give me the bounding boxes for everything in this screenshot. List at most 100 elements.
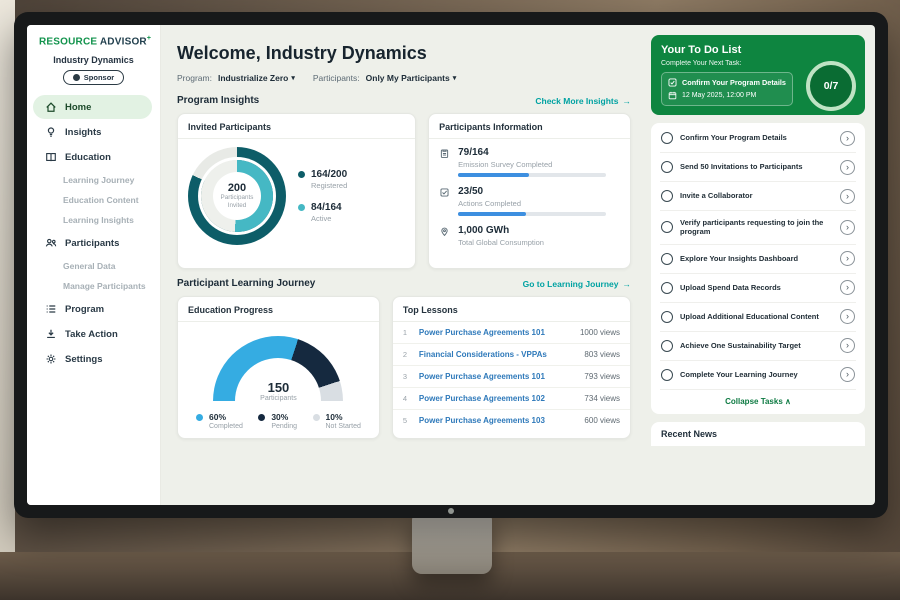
chevron-right-icon[interactable]: ›	[840, 338, 855, 353]
todo-item[interactable]: Send 50 Invitations to Participants ›	[660, 153, 856, 182]
todo-next-task: Confirm Your Program Details	[682, 78, 786, 87]
todo-next-task-box[interactable]: Confirm Your Program Details 12 May 2025…	[661, 72, 793, 106]
lesson-row: 5 Power Purchase Agreements 103 600 view…	[393, 410, 630, 431]
sidebar-item-education[interactable]: Education	[33, 145, 152, 169]
chevron-right-icon[interactable]: ›	[840, 367, 855, 382]
invited-participants-card: Invited Participants 200 Participants In…	[177, 113, 416, 269]
lesson-row: 1 Power Purchase Agreements 101 1000 vie…	[393, 322, 630, 344]
todo-checkbox[interactable]	[661, 340, 673, 352]
todo-item[interactable]: Explore Your Insights Dashboard ›	[660, 245, 856, 274]
lesson-link[interactable]: Power Purchase Agreements 102	[419, 394, 577, 403]
lesson-views: 803 views	[584, 350, 620, 359]
check-more-insights-link[interactable]: Check More Insights →	[535, 96, 631, 106]
todo-item[interactable]: Confirm Your Program Details ›	[660, 124, 856, 153]
legend-value: 84/164	[311, 202, 342, 213]
todo-item[interactable]: Complete Your Learning Journey ›	[660, 361, 856, 390]
todo-item-label: Invite a Collaborator	[680, 191, 833, 201]
todo-checkbox[interactable]	[661, 161, 673, 173]
todo-item[interactable]: Upload Spend Data Records ›	[660, 274, 856, 303]
lesson-rank: 5	[403, 416, 411, 425]
sidebar-item-home[interactable]: Home	[33, 95, 152, 119]
sidebar-item-education-content[interactable]: Education Content	[27, 190, 160, 210]
stat-label: Actions Completed	[458, 199, 606, 208]
todo-item-label: Send 50 Invitations to Participants	[680, 162, 833, 172]
sidebar-item-label: Insights	[65, 127, 101, 138]
location-pin-icon	[439, 226, 450, 237]
legend-item-registered: 164/200 Registered	[298, 169, 347, 190]
todo-checkbox[interactable]	[661, 221, 673, 233]
chevron-up-icon: ∧	[785, 397, 791, 406]
invited-donut-chart: 200 Participants Invited	[188, 147, 286, 245]
legend-label: Registered	[311, 181, 347, 190]
brand-logo: RESOURCE ADVISOR+	[27, 35, 160, 52]
chevron-right-icon[interactable]: ›	[840, 251, 855, 266]
sidebar-item-take-action[interactable]: Take Action	[33, 322, 152, 346]
sidebar-item-settings[interactable]: Settings	[33, 347, 152, 371]
sidebar-item-learning-insights[interactable]: Learning Insights	[27, 210, 160, 230]
stat-value: 1,000 GWh	[458, 225, 544, 236]
todo-progress-ring: 0/7	[806, 61, 856, 111]
go-to-learning-journey-link[interactable]: Go to Learning Journey →	[523, 279, 631, 289]
sidebar-item-insights[interactable]: Insights	[33, 120, 152, 144]
sidebar-item-learning-journey[interactable]: Learning Journey	[27, 170, 160, 190]
todo-checkbox[interactable]	[661, 190, 673, 202]
chevron-right-icon[interactable]: ›	[840, 131, 855, 146]
todo-item[interactable]: Upload Additional Educational Content ›	[660, 303, 856, 332]
bulb-icon	[45, 126, 57, 138]
education-progress-card: Education Progress 150 Participants	[177, 296, 380, 439]
chevron-down-icon: ▾	[453, 74, 457, 82]
brand-name-primary: RESOURCE	[39, 36, 97, 47]
room-background: RESOURCE ADVISOR+ Industry Dynamics Spon…	[0, 0, 900, 600]
lesson-link[interactable]: Financial Considerations - VPPAs	[419, 350, 577, 359]
collapse-tasks-link[interactable]: Collapse Tasks ∧	[660, 390, 856, 413]
card-title: Education Progress	[178, 297, 379, 322]
arrow-right-icon: →	[623, 279, 632, 289]
donut-legend: 164/200 Registered 84/164 Active	[298, 169, 347, 223]
todo-checkbox[interactable]	[661, 282, 673, 294]
legend-dot	[298, 204, 305, 211]
chevron-right-icon[interactable]: ›	[840, 160, 855, 175]
sidebar-item-participants[interactable]: Participants	[33, 231, 152, 255]
sidebar-subitem-label: Learning Journey	[63, 175, 134, 185]
donut-center-label: Participants Invited	[216, 194, 258, 209]
filter-bar: Program: Industrialize Zero ▾ Participan…	[177, 73, 631, 83]
gauge-center: 150 Participants	[213, 380, 343, 402]
sponsor-badge[interactable]: Sponsor	[63, 70, 124, 85]
sidebar-item-program[interactable]: Program	[33, 297, 152, 321]
participants-icon	[45, 237, 57, 249]
legend-label: Active	[311, 214, 342, 223]
list-icon	[45, 303, 57, 315]
todo-item[interactable]: Achieve One Sustainability Target ›	[660, 332, 856, 361]
stat-emission-survey: 79/164 Emission Survey Completed	[439, 147, 620, 177]
lesson-link[interactable]: Power Purchase Agreements 103	[419, 416, 577, 425]
lesson-views: 600 views	[584, 416, 620, 425]
learning-card-row: Education Progress 150 Participants	[177, 296, 631, 439]
stat-value: 79/164	[458, 147, 606, 158]
sidebar-item-manage-participants[interactable]: Manage Participants	[27, 276, 160, 296]
chevron-right-icon[interactable]: ›	[840, 220, 855, 235]
lesson-link[interactable]: Power Purchase Agreements 101	[419, 372, 577, 381]
progress-bar	[458, 212, 606, 216]
todo-item-label: Confirm Your Program Details	[680, 133, 833, 143]
chevron-right-icon[interactable]: ›	[840, 280, 855, 295]
card-title: Invited Participants	[178, 114, 415, 139]
program-select[interactable]: Industrialize Zero ▾	[218, 73, 295, 83]
lesson-link[interactable]: Power Purchase Agreements 101	[419, 328, 572, 337]
todo-checkbox[interactable]	[661, 132, 673, 144]
participants-select[interactable]: Only My Participants ▾	[366, 73, 457, 83]
chevron-right-icon[interactable]: ›	[840, 309, 855, 324]
lesson-row: 2 Financial Considerations - VPPAs 803 v…	[393, 344, 630, 366]
check-square-icon	[668, 78, 677, 87]
legend-label: Not Started	[326, 423, 361, 430]
gauge-center-label: Participants	[213, 395, 343, 402]
stat-value: 23/50	[458, 186, 606, 197]
todo-checkbox[interactable]	[661, 311, 673, 323]
todo-checkbox[interactable]	[661, 369, 673, 381]
todo-item[interactable]: Verify participants requesting to join t…	[660, 211, 856, 245]
home-icon	[45, 101, 57, 113]
todo-item[interactable]: Invite a Collaborator ›	[660, 182, 856, 211]
chevron-right-icon[interactable]: ›	[840, 189, 855, 204]
section-title-program-insights: Program Insights	[177, 95, 259, 106]
todo-checkbox[interactable]	[661, 253, 673, 265]
sidebar-item-general-data[interactable]: General Data	[27, 256, 160, 276]
